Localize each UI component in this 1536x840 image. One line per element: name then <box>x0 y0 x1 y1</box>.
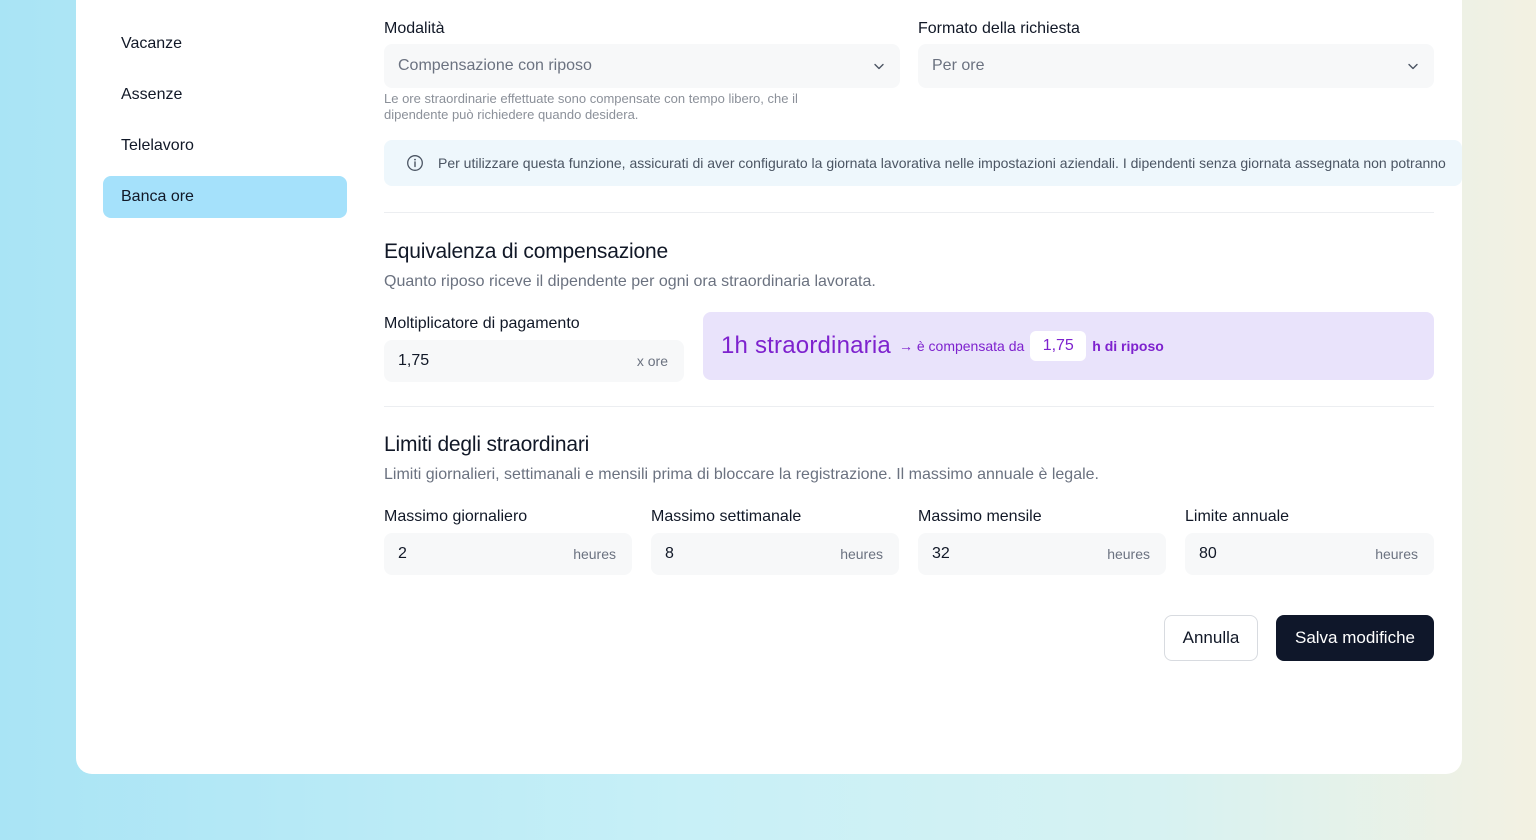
multiplier-input-value: 1,75 <box>398 352 430 369</box>
sidebar-item-telelavoro[interactable]: Telelavoro <box>103 125 347 167</box>
settings-card: Vacanze Assenze Telelavoro Banca ore Mod… <box>76 0 1462 774</box>
weekly-max-label: Massimo settimanale <box>651 508 802 525</box>
mode-label: Modalità <box>384 20 445 37</box>
weekly-max-input[interactable]: 8 heures <box>651 533 899 575</box>
format-label: Formato della richiesta <box>918 20 1080 37</box>
daily-max-label: Massimo giornaliero <box>384 508 528 525</box>
multiplier-input[interactable]: 1,75 x ore <box>384 340 684 382</box>
mode-helper-line-1: Le ore straordinarie effettuate sono com… <box>384 91 798 106</box>
sidebar-item-banca-ore[interactable]: Banca ore <box>103 176 347 218</box>
format-select[interactable]: Per ore <box>918 44 1434 88</box>
equivalence-description: Quanto riposo riceve il dipendente per o… <box>384 273 876 290</box>
mode-helper-text: Le ore straordinarie effettuate sono com… <box>384 91 904 123</box>
annual-limit-input[interactable]: 80 heures <box>1185 533 1434 575</box>
chevron-down-icon <box>874 63 884 70</box>
divider <box>384 406 1434 407</box>
sidebar-item-vacanze[interactable]: Vacanze <box>103 23 347 65</box>
weekly-max-unit: heures <box>840 546 883 562</box>
sidebar-item-assenze[interactable]: Assenze <box>103 74 347 116</box>
limits-title: Limiti degli straordinari <box>384 433 590 456</box>
daily-max-unit: heures <box>573 546 616 562</box>
mode-select-value: Compensazione con riposo <box>398 57 592 74</box>
monthly-max-input[interactable]: 32 heures <box>918 533 1166 575</box>
cancel-button[interactable]: Annulla <box>1164 615 1258 661</box>
monthly-max-value: 32 <box>932 545 950 562</box>
chevron-down-icon <box>1408 63 1418 70</box>
annual-limit-label: Limite annuale <box>1185 508 1290 525</box>
monthly-max-unit: heures <box>1107 546 1150 562</box>
compensation-preview: 1h straordinaria → è compensata da 1,75 … <box>703 312 1434 380</box>
info-banner-text: Per utilizzare questa funzione, assicura… <box>438 155 1446 171</box>
settings-sidebar: Vacanze Assenze Telelavoro Banca ore <box>103 23 347 227</box>
equivalence-title: Equivalenza di compensazione <box>384 240 668 263</box>
mode-select[interactable]: Compensazione con riposo <box>384 44 900 88</box>
info-banner: Per utilizzare questa funzione, assicura… <box>384 140 1462 186</box>
multiplier-label: Moltiplicatore di pagamento <box>384 315 580 332</box>
weekly-max-value: 8 <box>665 545 674 562</box>
preview-value-badge: 1,75 <box>1030 331 1087 361</box>
sidebar-item-label: Vacanze <box>121 35 183 52</box>
preview-rest-text: h di riposo <box>1092 338 1164 354</box>
divider <box>384 212 1434 213</box>
annual-limit-value: 80 <box>1199 545 1217 562</box>
preview-overtime-text: 1h straordinaria <box>721 332 891 359</box>
preview-arrow-text: → è compensata da <box>898 338 1025 354</box>
mode-helper-line-2: dipendente può richiedere quando desider… <box>384 107 639 122</box>
daily-max-input[interactable]: 2 heures <box>384 533 632 575</box>
info-icon <box>407 155 423 171</box>
annual-limit-unit: heures <box>1375 546 1418 562</box>
multiplier-unit: x ore <box>636 353 668 369</box>
limits-description: Limiti giornalieri, settimanali e mensil… <box>384 466 1099 483</box>
save-button[interactable]: Salva modifiche <box>1276 615 1434 661</box>
sidebar-item-label: Telelavoro <box>121 137 194 154</box>
monthly-max-label: Massimo mensile <box>918 508 1042 525</box>
sidebar-item-label: Assenze <box>121 86 183 103</box>
format-select-value: Per ore <box>932 57 985 74</box>
daily-max-value: 2 <box>398 545 407 562</box>
sidebar-item-label: Banca ore <box>121 188 194 205</box>
